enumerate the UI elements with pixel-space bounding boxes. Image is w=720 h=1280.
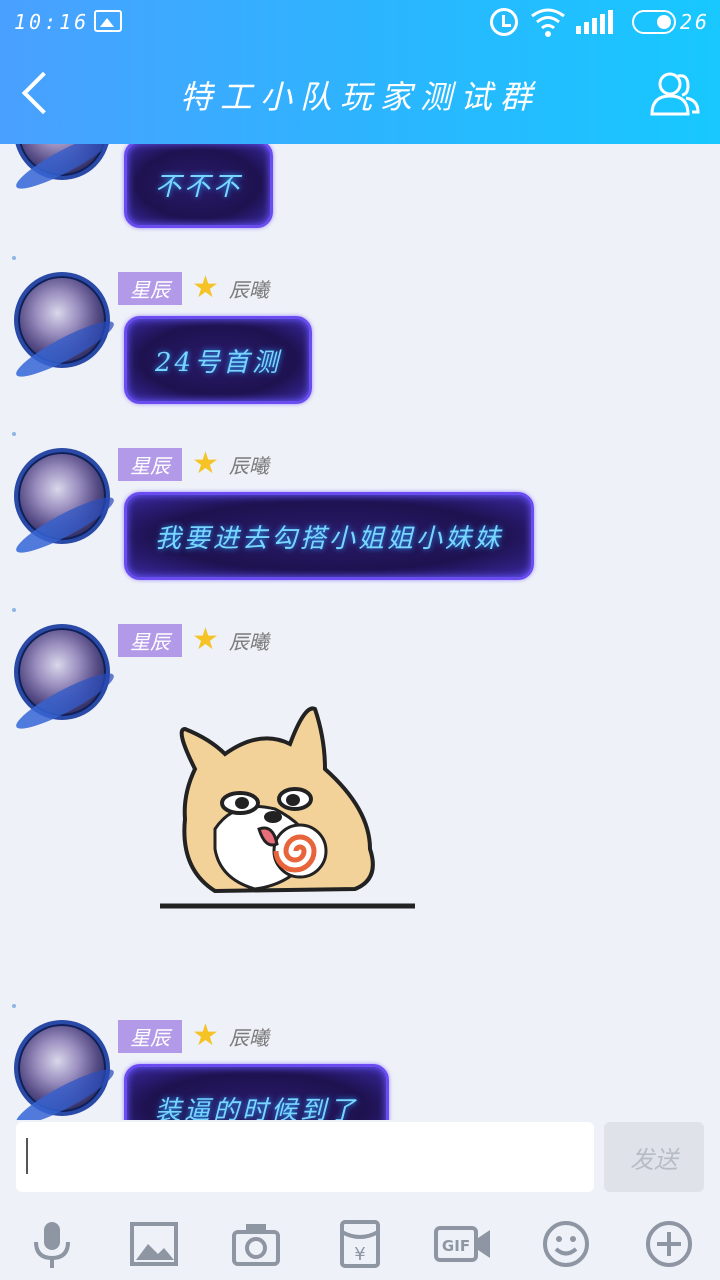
sender-nickname[interactable]: 辰曦 bbox=[229, 274, 269, 303]
send-button[interactable]: 发送 bbox=[604, 1122, 704, 1192]
chat-area[interactable]: 不不不 星辰 ★ 辰曦 24号首测 星辰 ★ 辰曦 我要进去勾搭小姐姐小妹妹 星… bbox=[0, 144, 720, 1120]
text-caret bbox=[26, 1138, 28, 1174]
sender-nickname[interactable]: 辰曦 bbox=[229, 450, 269, 479]
dot-divider bbox=[12, 256, 16, 260]
avatar[interactable] bbox=[14, 624, 110, 720]
dot-divider bbox=[12, 608, 16, 612]
battery-level: 26 bbox=[680, 10, 711, 34]
image-icon[interactable] bbox=[128, 1218, 180, 1270]
input-toolbar: ¥ GIF bbox=[0, 1206, 720, 1280]
title-tag: 星辰 bbox=[118, 1019, 182, 1053]
message-composer: 发送 ¥ GIF bbox=[0, 1120, 720, 1280]
sender-meta: 星辰 ★ 辰曦 bbox=[118, 270, 269, 305]
title-tag: 星辰 bbox=[118, 447, 182, 481]
signal-icon bbox=[576, 10, 613, 34]
message-bubble[interactable]: 装逼的时候到了 bbox=[124, 1064, 390, 1120]
page-title: 特工小队玩家测试群 bbox=[179, 78, 540, 116]
plus-icon[interactable] bbox=[643, 1218, 695, 1270]
star-icon: ★ bbox=[192, 270, 219, 305]
app-header: 10:16 26 特工小队玩家测试群 bbox=[0, 0, 720, 144]
sender-nickname[interactable]: 辰曦 bbox=[229, 1022, 269, 1051]
star-icon: ★ bbox=[192, 446, 219, 481]
camera-icon[interactable] bbox=[230, 1218, 282, 1270]
picture-notification-icon bbox=[94, 10, 122, 32]
avatar[interactable] bbox=[14, 1020, 110, 1116]
gif-icon[interactable]: GIF bbox=[434, 1218, 492, 1270]
message-bubble[interactable]: 我要进去勾搭小姐姐小妹妹 bbox=[124, 492, 535, 580]
svg-text:¥: ¥ bbox=[354, 1244, 365, 1265]
emoji-icon[interactable] bbox=[540, 1218, 592, 1270]
avatar[interactable] bbox=[14, 272, 110, 368]
status-bar: 10:16 26 bbox=[0, 0, 720, 44]
title-tag: 星辰 bbox=[118, 623, 182, 657]
svg-text:GIF: GIF bbox=[442, 1237, 470, 1255]
alarm-icon bbox=[490, 8, 518, 36]
sender-meta: 星辰 ★ 辰曦 bbox=[118, 622, 269, 657]
message-bubble[interactable]: 24号首测 bbox=[124, 316, 313, 404]
message-input[interactable] bbox=[16, 1122, 594, 1192]
title-tag: 星辰 bbox=[118, 271, 182, 305]
star-icon: ★ bbox=[192, 622, 219, 657]
dot-divider bbox=[12, 432, 16, 436]
shiba-sticker-image[interactable] bbox=[155, 699, 420, 914]
message-bubble[interactable]: 不不不 bbox=[124, 144, 274, 228]
red-packet-icon[interactable]: ¥ bbox=[334, 1218, 386, 1270]
battery-icon bbox=[632, 10, 676, 34]
avatar[interactable] bbox=[14, 448, 110, 544]
mic-icon[interactable] bbox=[26, 1218, 78, 1270]
group-members-icon[interactable] bbox=[648, 68, 702, 118]
dot-divider bbox=[12, 1004, 16, 1008]
sender-meta: 星辰 ★ 辰曦 bbox=[118, 446, 269, 481]
sender-meta: 星辰 ★ 辰曦 bbox=[118, 1018, 269, 1053]
avatar[interactable] bbox=[14, 144, 110, 180]
wifi-icon bbox=[531, 8, 565, 37]
status-time: 10:16 bbox=[14, 10, 90, 34]
star-icon: ★ bbox=[192, 1018, 219, 1053]
sender-nickname[interactable]: 辰曦 bbox=[229, 626, 269, 655]
